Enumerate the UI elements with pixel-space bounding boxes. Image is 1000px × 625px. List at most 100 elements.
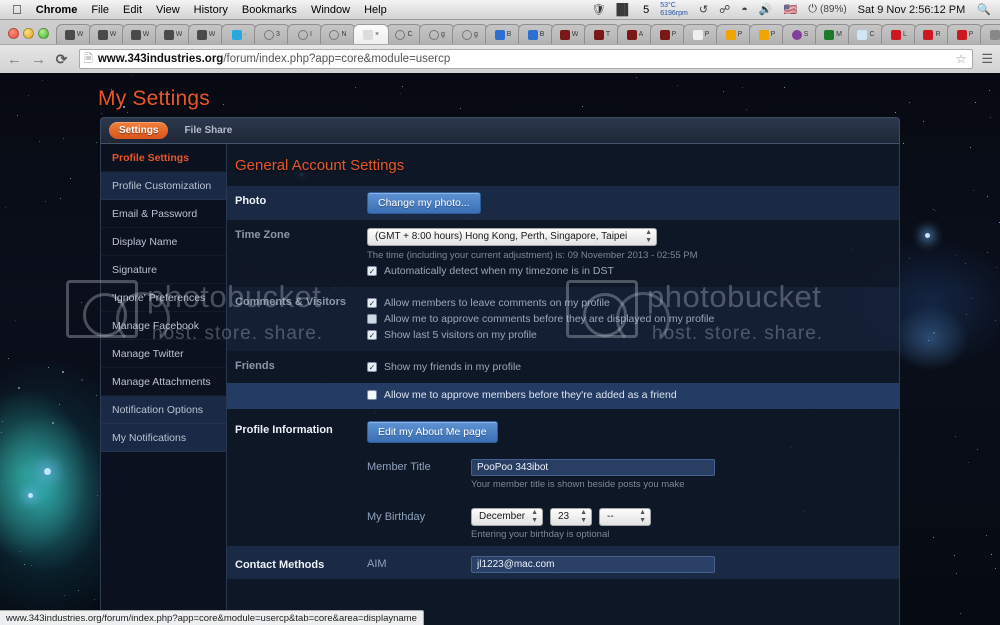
sidebar-item-email-password[interactable]: Email & Password bbox=[101, 200, 226, 228]
browser-tab-21[interactable]: P bbox=[749, 24, 785, 44]
browser-tab-20[interactable]: P bbox=[716, 24, 752, 44]
page-document-icon: 🗎 bbox=[84, 52, 93, 65]
browser-tab-18[interactable]: P bbox=[650, 24, 686, 44]
tab-file-share[interactable]: File Share bbox=[174, 122, 242, 139]
comments-option-0-checkbox[interactable]: ✓ bbox=[367, 297, 377, 308]
comments-option-2-checkbox[interactable]: ✓ bbox=[367, 329, 377, 340]
apple-logo-icon[interactable]:  bbox=[12, 3, 22, 16]
menu-edit[interactable]: Edit bbox=[123, 4, 142, 16]
comments-option-0-row[interactable]: ✓ Allow members to leave comments on my p… bbox=[367, 297, 891, 309]
browser-tab-9[interactable]: × bbox=[353, 24, 389, 44]
shield-icon[interactable]: 🛡 bbox=[592, 3, 606, 16]
oval-favicon bbox=[429, 29, 440, 40]
forum-favicon bbox=[163, 29, 174, 40]
sidebar-item-manage-attachments[interactable]: Manage Attachments bbox=[101, 368, 226, 396]
menu-chrome[interactable]: Chrome bbox=[36, 4, 78, 16]
menu-view[interactable]: View bbox=[156, 4, 180, 16]
sidebar-item-my-notifications[interactable]: My Notifications bbox=[101, 424, 226, 452]
change-photo-button[interactable]: Change my photo... bbox=[367, 192, 481, 214]
browser-tab-23[interactable]: M bbox=[815, 24, 851, 44]
edit-about-me-button[interactable]: Edit my About Me page bbox=[367, 420, 498, 443]
oval-favicon bbox=[395, 29, 406, 40]
menu-window[interactable]: Window bbox=[311, 4, 350, 16]
sidebar-item-signature[interactable]: Signature bbox=[101, 256, 226, 284]
sidebar-item-profile-settings[interactable]: Profile Settings bbox=[101, 144, 226, 172]
sidebar-item-manage-twitter[interactable]: Manage Twitter bbox=[101, 340, 226, 368]
browser-tab-11[interactable]: g bbox=[419, 24, 455, 44]
browser-tab-6[interactable]: 3 bbox=[254, 24, 290, 44]
menu-history[interactable]: History bbox=[194, 4, 228, 16]
show-friends-checkbox[interactable]: ✓ bbox=[367, 361, 377, 372]
comments-option-1-row[interactable]: Allow me to approve comments before they… bbox=[367, 313, 891, 325]
menu-file[interactable]: File bbox=[91, 4, 109, 16]
birthday-year-select[interactable]: -- ▲ ▼ bbox=[599, 507, 651, 526]
web-page: My Settings Settings File Share Profile … bbox=[0, 73, 1000, 625]
birthday-day-select[interactable]: 23 ▲ ▼ bbox=[550, 507, 592, 526]
browser-tab-12[interactable]: g bbox=[452, 24, 488, 44]
aim-input[interactable] bbox=[471, 555, 715, 573]
browser-tab-7[interactable]: I bbox=[287, 24, 323, 44]
reload-button[interactable]: ⟳ bbox=[55, 51, 68, 68]
comments-option-2-row[interactable]: ✓ Show last 5 visitors on my profile bbox=[367, 329, 891, 341]
browser-tab-19[interactable]: P bbox=[683, 24, 719, 44]
friends-option-0-row[interactable]: ✓ Show my friends in my profile bbox=[367, 361, 891, 373]
comments-option-1-checkbox[interactable] bbox=[367, 313, 377, 324]
browser-tab-25[interactable]: L bbox=[881, 24, 917, 44]
tab-settings[interactable]: Settings bbox=[109, 122, 169, 139]
chrome-menu-icon[interactable]: ☰ bbox=[981, 52, 993, 65]
browser-tab-27[interactable]: P bbox=[947, 24, 983, 44]
address-bar[interactable]: 🗎 www.343industries.org/forum/index.php?… bbox=[79, 49, 974, 69]
friend-approval-row[interactable]: Allow me to approve members before they'… bbox=[367, 389, 891, 401]
wifi-icon[interactable]: ◓ bbox=[741, 4, 748, 16]
browser-tab-4[interactable]: W bbox=[188, 24, 224, 44]
browser-tab-5[interactable]: · bbox=[221, 24, 257, 44]
battery-charging-icon[interactable]: ⏻ (89%) bbox=[808, 3, 846, 16]
browser-tab-15[interactable]: W bbox=[551, 24, 587, 44]
browser-tab-26[interactable]: R bbox=[914, 24, 950, 44]
spotlight-search-icon[interactable]: 🔍 bbox=[977, 3, 991, 16]
approve-friends-checkbox[interactable] bbox=[367, 389, 377, 400]
forward-button[interactable]: → bbox=[31, 51, 46, 68]
maximize-window-button[interactable] bbox=[38, 28, 49, 39]
browser-tab-0[interactable]: W bbox=[56, 24, 92, 44]
back-button[interactable]: ← bbox=[7, 51, 22, 68]
sidebar-item-profile-customization[interactable]: Profile Customization bbox=[101, 172, 226, 200]
browser-tab-22[interactable]: S bbox=[782, 24, 818, 44]
menu-help[interactable]: Help bbox=[364, 4, 387, 16]
bluetooth-icon[interactable]: ☍ bbox=[719, 3, 730, 16]
us-flag-icon[interactable]: 🇺🇸 bbox=[784, 3, 798, 16]
browser-tab-16[interactable]: T bbox=[584, 24, 620, 44]
member-title-input[interactable] bbox=[471, 458, 715, 476]
volume-icon[interactable]: 🔊 bbox=[759, 3, 773, 16]
bookmark-star-icon[interactable]: ☆ bbox=[956, 52, 969, 66]
dst-checkbox[interactable]: ✓ bbox=[367, 265, 377, 276]
activity-monitor-icon[interactable]: █▌ bbox=[617, 4, 633, 16]
sidebar-item-display-name[interactable]: Display Name bbox=[101, 228, 226, 256]
timezone-select[interactable]: (GMT + 8:00 hours) Hong Kong, Perth, Sin… bbox=[367, 227, 657, 246]
fan-rpm-value: 6196rpm bbox=[660, 9, 688, 17]
dst-checkbox-row[interactable]: ✓ Automatically detect when my timezone … bbox=[367, 265, 891, 277]
close-window-button[interactable] bbox=[8, 28, 19, 39]
browser-tab-2[interactable]: W bbox=[122, 24, 158, 44]
clock-label[interactable]: Sat 9 Nov 2:56:12 PM bbox=[858, 4, 966, 16]
browser-tab-3[interactable]: W bbox=[155, 24, 191, 44]
sidebar-item-notification-options[interactable]: Notification Options bbox=[101, 396, 226, 424]
browser-tab-10[interactable]: C bbox=[386, 24, 422, 44]
browser-tab-28[interactable]: B bbox=[980, 24, 1000, 44]
sidebar-item-manage-facebook[interactable]: Manage Facebook bbox=[101, 312, 226, 340]
browser-tab-24[interactable]: C bbox=[848, 24, 884, 44]
time-machine-icon[interactable]: ↺ bbox=[699, 3, 708, 16]
browser-tab-8[interactable]: N bbox=[320, 24, 356, 44]
menu-bookmarks[interactable]: Bookmarks bbox=[242, 4, 297, 16]
browser-tab-13[interactable]: B bbox=[485, 24, 521, 44]
sidebar-item-ignore-preferences[interactable]: 'Ignore' Preferences bbox=[101, 284, 226, 312]
browser-tab-1[interactable]: W bbox=[89, 24, 125, 44]
minimize-window-button[interactable] bbox=[23, 28, 34, 39]
browser-tab-14[interactable]: B bbox=[518, 24, 554, 44]
birthday-month-select[interactable]: December ▲ ▼ bbox=[471, 507, 543, 526]
cpu-temp-readout[interactable]: 53°C 6196rpm bbox=[660, 2, 688, 18]
chevron-updown-icon: ▲ ▼ bbox=[645, 228, 652, 244]
timezone-hint: The time (including your current adjustm… bbox=[367, 249, 698, 261]
browser-tab-17[interactable]: A bbox=[617, 24, 653, 44]
comments-option-1-label: Allow me to approve comments before they… bbox=[384, 312, 715, 325]
